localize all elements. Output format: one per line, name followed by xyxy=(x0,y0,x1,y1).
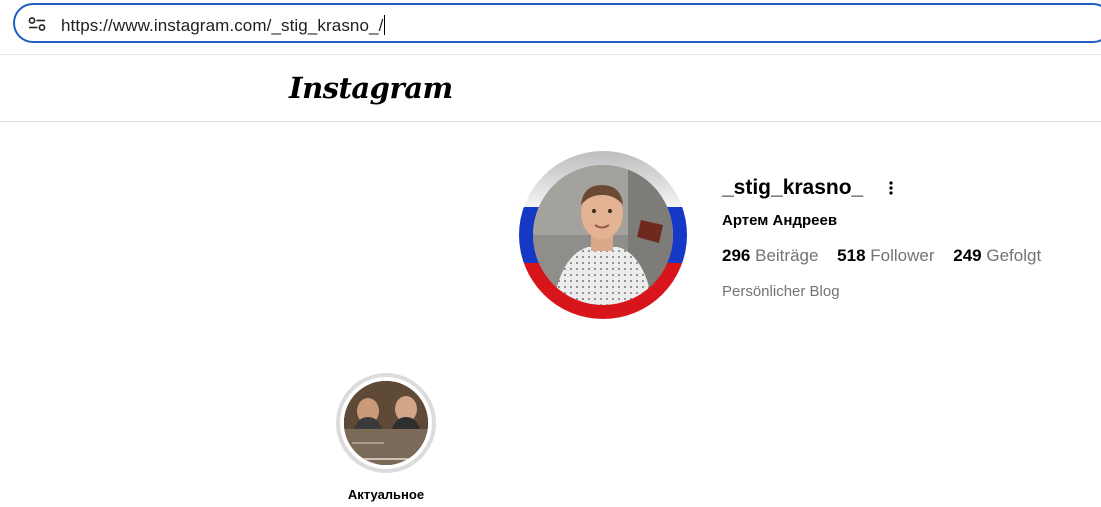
story-highlight[interactable] xyxy=(336,373,436,473)
tune-icon[interactable] xyxy=(28,17,46,31)
stat-posts: 296 Beiträge xyxy=(722,246,818,266)
profile-avatar[interactable] xyxy=(519,151,687,319)
browser-toolbar: https://www.instagram.com/_stig_krasno_/ xyxy=(0,0,1101,55)
stat-following-count: 249 xyxy=(953,246,982,265)
url-input[interactable]: https://www.instagram.com/_stig_krasno_/ xyxy=(61,15,386,36)
avatar-photo xyxy=(533,165,673,305)
text-caret xyxy=(384,15,386,35)
stat-followers-count: 518 xyxy=(837,246,866,265)
stat-followers[interactable]: 518 Follower xyxy=(837,246,934,266)
profile-full-name: Артем Андреев xyxy=(722,212,838,229)
stat-posts-label: Beiträge xyxy=(755,246,819,265)
stat-followers-label: Follower xyxy=(870,246,935,265)
profile-username: _stig_krasno_ xyxy=(722,176,864,199)
instagram-logo[interactable]: Instagram xyxy=(289,71,453,105)
more-vertical-icon[interactable] xyxy=(884,180,898,196)
profile-category: Persönlicher Blog xyxy=(722,283,840,300)
stat-posts-count: 296 xyxy=(722,246,751,265)
highlight-label: Актуальное xyxy=(347,487,425,502)
address-bar[interactable]: https://www.instagram.com/_stig_krasno_/ xyxy=(13,3,1101,43)
stat-following[interactable]: 249 Gefolgt xyxy=(953,246,1041,266)
profile-stats: 296 Beiträge 518 Follower 249 Gefolgt xyxy=(722,246,1055,266)
instagram-header: Instagram xyxy=(0,55,1101,122)
url-text: https://www.instagram.com/_stig_krasno_/ xyxy=(61,16,384,35)
highlight-cover xyxy=(344,381,428,465)
stat-following-label: Gefolgt xyxy=(986,246,1042,265)
highlight-ring-inner xyxy=(340,377,432,469)
